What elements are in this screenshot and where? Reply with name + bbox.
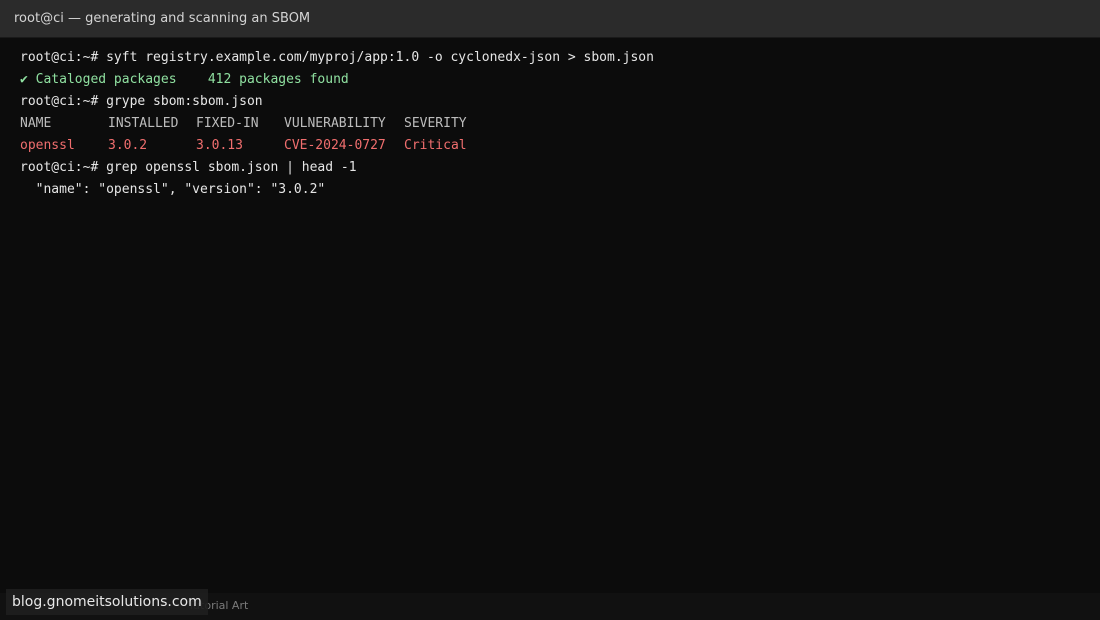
table-cell: CVE-2024-0727 [284, 138, 386, 153]
shell-prompt: root@ci:~# [20, 94, 107, 109]
command-text: syft registry.example.com/myproj/app:1.0… [106, 50, 654, 65]
table-header-cell: SEVERITY [404, 116, 467, 131]
command-text: grype sbom:sbom.json [106, 94, 263, 109]
terminal-output[interactable]: root@ci:~# syft registry.example.com/myp… [20, 47, 1090, 201]
title-bar[interactable]: root@ci — generating and scanning an SBO… [0, 0, 1100, 38]
shell-prompt: root@ci:~# [20, 50, 107, 65]
table-header-cell: NAME [20, 116, 52, 131]
watermark: blog.gnomeitsolutions.com [6, 589, 208, 615]
terminal-window: root@ci — generating and scanning an SBO… [0, 0, 1100, 620]
table-header-cell: VULNERABILITY [284, 116, 386, 131]
command-line: root@ci:~# grep openssl sbom.json | head… [20, 157, 1090, 179]
table-cell: 3.0.2 [108, 138, 148, 153]
table-cell: openssl [20, 138, 75, 153]
command-line: root@ci:~# syft registry.example.com/myp… [20, 47, 1090, 69]
table-row: openssl 3.0.2 3.0.13 CVE-2024-0727 Critical [20, 135, 1090, 157]
output-line: "name": "openssl", "version": "3.0.2" [20, 182, 326, 197]
table-header-cell: INSTALLED [108, 116, 179, 131]
window-title: root@ci — generating and scanning an SBO… [14, 11, 311, 26]
table-header: NAME INSTALLED FIXED-IN VULNERABILITY SEVERI… [20, 113, 1090, 135]
table-cell: 3.0.13 [196, 138, 243, 153]
output-line-success: ✔ Cataloged packages 412 packages found [20, 72, 349, 87]
command-text: grep openssl sbom.json | head -1 [106, 160, 357, 175]
command-line: root@ci:~# grype sbom:sbom.json [20, 91, 1090, 113]
severity-badge: Critical [404, 138, 467, 153]
table-header-cell: FIXED-IN [196, 116, 259, 131]
shell-prompt: root@ci:~# [20, 160, 107, 175]
